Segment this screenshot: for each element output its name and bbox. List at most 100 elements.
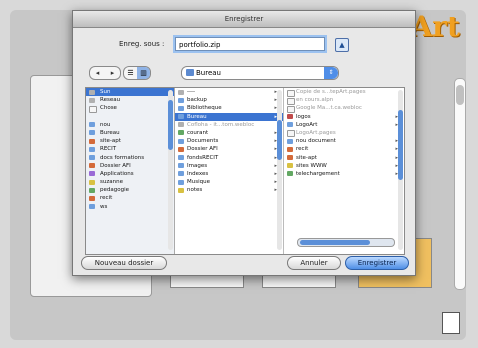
column-2-item[interactable]: nou document ▸: [284, 137, 404, 145]
column-1-item[interactable]: fondsRECIT ▸: [175, 154, 283, 162]
column-1-item[interactable]: Musique ▸: [175, 178, 283, 186]
sidebar-item[interactable]: ws: [86, 203, 174, 211]
folder-icon: [178, 179, 184, 185]
column-1-item[interactable]: Bureau ▸: [175, 112, 283, 121]
column-2-item[interactable]: Google Ma...t.ca.webloc: [284, 104, 404, 113]
item-label: Applications: [100, 170, 134, 177]
browser-toolbar: ◂ ▸ ☰ ▥ Bureau ⇕: [81, 66, 407, 82]
column-view-icon[interactable]: ▥: [137, 67, 150, 79]
scroll-thumb[interactable]: [277, 120, 282, 160]
sidebar-item[interactable]: Bureau: [86, 129, 174, 137]
sidebar-item[interactable]: Reseau: [86, 96, 174, 104]
column-1-item[interactable]: backup ▸: [175, 96, 283, 104]
home-icon: [89, 179, 95, 185]
item-label: nou: [100, 121, 111, 128]
column-1-item[interactable]: courant ▸: [175, 129, 283, 137]
item-label: Bureau: [187, 113, 207, 120]
sidebar-item[interactable]: RECIT: [86, 145, 174, 153]
item-label: courant: [187, 129, 209, 136]
horizontal-scrollbar[interactable]: [297, 238, 395, 247]
column-2-item[interactable]: Copie de s...tepArt.pages: [284, 88, 404, 97]
file-browser: Sun Reseau Chose nou Bureau site-apt RECIT docs…: [85, 87, 405, 255]
item-label: Bureau: [100, 129, 120, 136]
folder-icon: [178, 187, 184, 193]
new-folder-button[interactable]: Nouveau dossier: [81, 256, 167, 270]
location-label: Bureau: [196, 69, 221, 77]
back-arrow-icon[interactable]: ◂: [90, 67, 105, 79]
location-popup[interactable]: Bureau ⇕: [181, 66, 339, 80]
column-2-item[interactable]: site-apt ▸: [284, 154, 404, 162]
scroll-thumb[interactable]: [300, 240, 370, 245]
filename-input[interactable]: portfolio.zip: [175, 37, 325, 51]
item-label: Indexes: [187, 170, 209, 177]
background-scrollbar[interactable]: [454, 78, 466, 290]
sidebar-item: [86, 113, 174, 121]
scroll-thumb[interactable]: [456, 85, 464, 105]
item-label: nou document: [296, 138, 336, 145]
item-label: LogoArt: [296, 121, 318, 128]
sidebar-item[interactable]: Dossier AFI: [86, 162, 174, 170]
item-label: Dossier AFI: [187, 146, 218, 153]
column-1-item[interactable]: Documents ▸: [175, 137, 283, 145]
scroll-thumb[interactable]: [398, 110, 403, 180]
folder-icon: [186, 69, 194, 76]
item-label: Musique: [187, 179, 210, 186]
scroll-thumb[interactable]: [168, 100, 173, 150]
column-2-list: Copie de s...tepArt.pages en cours.alpn Go…: [284, 88, 404, 178]
column-1-item[interactable]: Bibliotheque ▸: [175, 104, 283, 112]
column-2-item[interactable]: sites WWW ▸: [284, 162, 404, 170]
column-1-item[interactable]: Images ▸: [175, 162, 283, 170]
save-as-row: Enreg. sous : portfolio.zip ▲: [73, 37, 415, 53]
column-2-item[interactable]: LogoArt ▸: [284, 121, 404, 129]
item-label: logos: [296, 113, 311, 120]
item-label: site-apt: [100, 138, 121, 145]
folder-icon: [178, 114, 184, 120]
sidebar-item[interactable]: Applications: [86, 170, 174, 178]
folder-icon: [287, 114, 293, 120]
item-label: recit: [100, 195, 113, 202]
column-2-item[interactable]: en cours.alpn: [284, 96, 404, 105]
column-2-item[interactable]: LogoArt.pages: [284, 129, 404, 138]
column-2-scrollbar[interactable]: [398, 90, 403, 250]
column-1-item[interactable]: notes ▸: [175, 186, 283, 194]
sidebar-item[interactable]: Chose: [86, 104, 174, 113]
folder-icon: [178, 155, 184, 160]
item-label: fondsRECIT: [187, 154, 219, 161]
cancel-button[interactable]: Annuler: [287, 256, 341, 270]
sidebar-item[interactable]: docs formations: [86, 154, 174, 162]
browser-column-2: Copie de s...tepArt.pages en cours.alpn Go…: [284, 88, 404, 254]
column-1-item[interactable]: Dossier AFI ▸: [175, 145, 283, 153]
sidebar-item[interactable]: pedagogie: [86, 186, 174, 194]
save-button[interactable]: Enregistrer: [345, 256, 409, 270]
item-label: LogoArt.pages: [296, 129, 336, 136]
column-2-item[interactable]: logos ▸: [284, 113, 404, 121]
save-dialog: Enregistrer Enreg. sous : portfolio.zip …: [72, 10, 416, 276]
item-label: telechargement: [296, 170, 340, 177]
applications-icon: [89, 171, 95, 177]
column-1-item[interactable]: Indexes ▸: [175, 170, 283, 178]
folder-icon: [287, 146, 293, 152]
sidebar-item[interactable]: nou: [86, 121, 174, 129]
list-view-icon[interactable]: ☰: [124, 67, 137, 79]
sidebar-scrollbar[interactable]: [168, 90, 173, 250]
column-2-item[interactable]: telechargement ▸: [284, 170, 404, 178]
item-label: notes: [187, 187, 203, 194]
column-2-item[interactable]: recit ▸: [284, 145, 404, 153]
network-icon: [89, 97, 95, 103]
back-forward-buttons: ◂ ▸: [89, 66, 121, 80]
document-icon[interactable]: [442, 312, 460, 334]
expand-dialog-button[interactable]: ▲: [335, 38, 349, 52]
item-label: recit: [296, 146, 309, 153]
item-label: sites WWW: [296, 162, 327, 169]
column-1-item[interactable]: ---- ▸: [175, 88, 283, 96]
item-label: site-apt: [296, 154, 317, 161]
item-label: ----: [187, 89, 195, 95]
sidebar-item[interactable]: site-apt: [86, 137, 174, 145]
sidebar-item[interactable]: suzanne: [86, 178, 174, 186]
disk-icon: [89, 89, 95, 95]
column-1-scrollbar[interactable]: [277, 90, 282, 250]
column-1-item[interactable]: Cofloha - it...tom.webloc: [175, 121, 283, 129]
sidebar-item[interactable]: recit: [86, 194, 174, 202]
sidebar-item[interactable]: Sun: [86, 88, 174, 97]
forward-arrow-icon[interactable]: ▸: [105, 67, 120, 79]
